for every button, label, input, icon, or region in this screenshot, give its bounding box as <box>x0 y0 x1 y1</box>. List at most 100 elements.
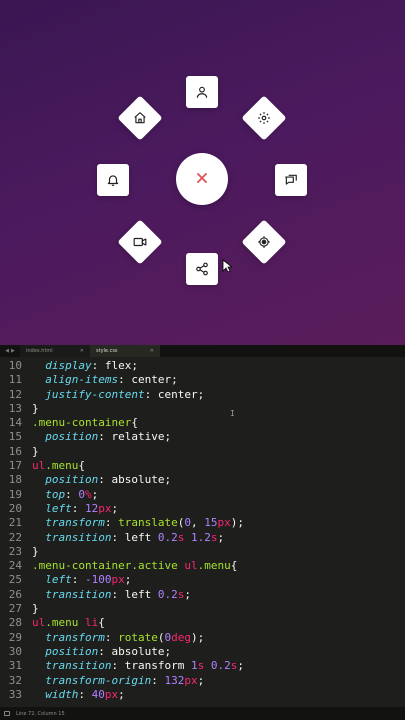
code-text: transform-origin: 132px; <box>45 673 205 687</box>
code-text: .menu-container{ <box>32 416 138 430</box>
line-number: 22 <box>8 530 22 544</box>
line-number: 30 <box>8 644 22 658</box>
chat-icon <box>284 173 298 187</box>
gear-icon <box>257 111 271 125</box>
code-text: } <box>32 544 39 558</box>
menu-item-settings[interactable] <box>241 95 287 141</box>
code-line[interactable]: 26 transition: left 0.2s; <box>0 588 405 602</box>
menu-toggle-button[interactable] <box>176 153 228 205</box>
code-line[interactable]: 17 ul.menu{ <box>0 459 405 473</box>
line-number: 32 <box>8 673 22 687</box>
close-icon[interactable]: ✕ <box>150 348 154 354</box>
line-number: 10 <box>8 359 22 372</box>
line-number: 11 <box>8 373 22 387</box>
code-text: left: -100px; <box>45 573 132 587</box>
line-number: 23 <box>8 544 22 558</box>
code-line[interactable]: 33 width: 40px; <box>0 688 405 701</box>
line-number: 24 <box>8 559 22 573</box>
chevron-left-icon[interactable]: ◀ <box>5 348 9 354</box>
code-line[interactable]: 12 justify-content: center; <box>0 388 405 402</box>
code-text: transition: left 0.2s 1.2s; <box>45 530 225 544</box>
line-number: 29 <box>8 630 22 644</box>
status-bar: Line 72, Column 15 <box>0 707 405 720</box>
code-line[interactable]: 15 position: relative; <box>0 430 405 444</box>
code-text: align-items: center; <box>45 373 178 387</box>
line-number: 17 <box>8 459 22 473</box>
code-line[interactable]: 21 transform: translate(0, 15px); <box>0 516 405 530</box>
code-text: ul.menu li{ <box>32 616 105 630</box>
menu-item-share[interactable] <box>186 253 218 285</box>
code-line[interactable]: 10 display: flex; <box>0 359 405 373</box>
code-line[interactable]: 24 .menu-container.active ul.menu{ <box>0 559 405 573</box>
code-text: ul.menu{ <box>32 459 85 473</box>
line-number: 20 <box>8 501 22 515</box>
code-line[interactable]: 32 transform-origin: 132px; <box>0 674 405 688</box>
menu-item-home[interactable] <box>117 95 163 141</box>
code-text: transform: rotate(0deg); <box>45 630 205 644</box>
line-number: 25 <box>8 573 22 587</box>
code-line[interactable]: 31 transition: transform 1s 0.2s; <box>0 659 405 673</box>
code-line[interactable]: 27} <box>0 602 405 616</box>
code-text: .menu-container.active ul.menu{ <box>32 559 238 573</box>
code-text: transform: translate(0, 15px); <box>45 516 244 530</box>
code-line[interactable]: 16} <box>0 445 405 459</box>
code-text: position: absolute; <box>45 473 172 487</box>
cursor-position: Line 72, Column 15 <box>16 710 65 717</box>
code-line[interactable]: 29 transform: rotate(0deg); <box>0 631 405 645</box>
code-line[interactable]: 30 position: absolute; <box>0 645 405 659</box>
line-number: 33 <box>8 687 22 701</box>
user-icon <box>195 85 209 99</box>
code-text: width: 40px; <box>45 687 125 701</box>
code-text: display: flex; <box>45 359 138 372</box>
code-line[interactable]: 14 .menu-container{ <box>0 416 405 430</box>
code-area[interactable]: 10 display: flex; 11 align-items: center;… <box>0 359 405 701</box>
code-text: left: 12px; <box>45 501 119 515</box>
panel-icon[interactable] <box>4 711 10 716</box>
line-number: 16 <box>8 444 22 458</box>
line-number: 18 <box>8 473 22 487</box>
menu-item-location[interactable] <box>241 219 287 265</box>
home-icon <box>133 111 147 125</box>
menu-item-notifications[interactable] <box>97 164 129 196</box>
line-number: 13 <box>8 401 22 415</box>
text-cursor-icon: I <box>230 409 235 418</box>
mouse-pointer-icon <box>222 258 234 277</box>
line-number: 14 <box>8 416 22 430</box>
menu-item-user[interactable] <box>186 76 218 108</box>
code-text: position: absolute; <box>45 644 172 658</box>
code-line[interactable]: 23} <box>0 545 405 559</box>
code-line[interactable]: 25 left: -100px; <box>0 573 405 587</box>
code-line[interactable]: 28 ul.menu li{ <box>0 616 405 630</box>
code-line[interactable]: 11 align-items: center; <box>0 373 405 387</box>
code-text: } <box>32 602 39 616</box>
bell-icon <box>106 173 120 187</box>
code-text: justify-content: center; <box>45 387 205 401</box>
code-text: transition: transform 1s 0.2s; <box>45 659 244 673</box>
tab-style-css[interactable]: style.css ✕ <box>90 345 160 357</box>
code-line[interactable]: 19 top: 0%; <box>0 488 405 502</box>
line-number: 21 <box>8 516 22 530</box>
tab-label: index.html <box>26 348 53 354</box>
chevron-right-icon[interactable]: ▶ <box>11 348 15 354</box>
line-number: 28 <box>8 616 22 630</box>
line-number: 31 <box>8 659 22 673</box>
tab-label: style.css <box>96 348 118 354</box>
line-number: 19 <box>8 487 22 501</box>
code-text: top: 0%; <box>45 487 99 501</box>
close-icon[interactable]: ✕ <box>80 348 84 354</box>
code-line[interactable]: 22 transition: left 0.2s 1.2s; <box>0 531 405 545</box>
code-text: } <box>32 401 39 415</box>
share-icon <box>195 262 209 276</box>
tab-navigation[interactable]: ◀ ▶ <box>0 345 20 357</box>
code-editor: ◀ ▶ index.html ✕ style.css ✕ 10 display:… <box>0 345 405 720</box>
tab-index-html[interactable]: index.html ✕ <box>20 345 90 357</box>
menu-preview-panel <box>0 0 405 345</box>
code-line[interactable]: 13} <box>0 402 405 416</box>
tab-bar: ◀ ▶ index.html ✕ style.css ✕ <box>0 345 405 357</box>
code-line[interactable]: 18 position: absolute; <box>0 473 405 487</box>
close-icon <box>195 170 209 189</box>
menu-item-chat[interactable] <box>275 164 307 196</box>
code-line[interactable]: 20 left: 12px; <box>0 502 405 516</box>
line-number: 26 <box>8 587 22 601</box>
menu-item-video[interactable] <box>117 219 163 265</box>
